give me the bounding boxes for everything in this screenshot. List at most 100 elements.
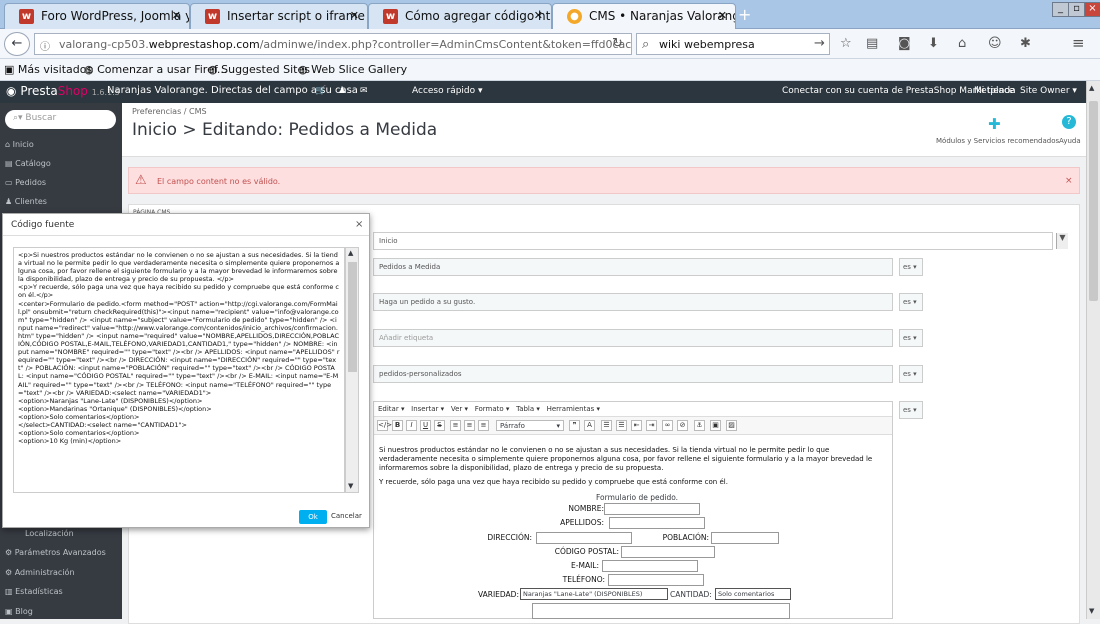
user-icon[interactable]: ♟	[338, 86, 346, 96]
apellidos-input[interactable]	[609, 517, 705, 529]
help-icon[interactable]: ?	[1062, 115, 1076, 129]
sidebar-item-pedidos[interactable]: ▭ Pedidos	[5, 178, 46, 187]
textarea-scrollbar[interactable]: ▲ ▼	[345, 247, 359, 493]
font-color-icon[interactable]: A	[584, 420, 595, 431]
pocket-icon[interactable]: ◙	[898, 36, 911, 51]
menu-ver[interactable]: Ver ▾	[451, 405, 468, 413]
mail-icon[interactable]: ✉	[360, 86, 368, 96]
go-arrow-icon[interactable]: →	[814, 36, 825, 51]
back-button[interactable]: ←	[4, 32, 30, 56]
numbered-list-icon[interactable]: ☰	[616, 420, 627, 431]
cancel-button[interactable]: Cancelar	[331, 512, 362, 520]
close-alert-icon[interactable]: ×	[1065, 176, 1073, 186]
search-input[interactable]: wiki webempresa	[636, 33, 830, 55]
close-tab-icon[interactable]: ✕	[534, 9, 543, 22]
my-shop-link[interactable]: Mi tienda	[974, 86, 1016, 96]
image-icon[interactable]: ▨	[726, 420, 737, 431]
source-code-icon[interactable]: </>	[377, 420, 392, 431]
category-select[interactable]: Inicio ▼	[373, 232, 1068, 250]
bookmark-most-visited[interactable]: ▣ Más visitados	[4, 63, 92, 76]
page-scrollbar[interactable]: ▲ ▼	[1086, 81, 1100, 619]
meta-title-input[interactable]: Pedidos a Medida	[373, 258, 893, 276]
sidebar-item-administracion[interactable]: ⚙ Administración	[5, 568, 75, 577]
comentarios-textarea[interactable]	[532, 603, 790, 619]
align-left-icon[interactable]: ≡	[450, 420, 461, 431]
sidebar-item-blog[interactable]: ▣ Blog	[5, 607, 33, 616]
tags-input[interactable]: Añadir etiqueta	[373, 329, 893, 347]
email-input[interactable]	[602, 560, 698, 572]
puzzle-icon[interactable]: ✚	[988, 115, 1001, 133]
variedad-select[interactable]: Naranjas "Lane-Late" (DISPONIBLES)	[520, 588, 668, 600]
bold-icon[interactable]: B	[392, 420, 403, 431]
scroll-up-icon[interactable]: ▲	[1089, 84, 1094, 92]
scroll-down-icon[interactable]: ▼	[348, 482, 353, 490]
sidebar-item-clientes[interactable]: ♟ Clientes	[5, 197, 47, 206]
scroll-up-icon[interactable]: ▲	[348, 249, 353, 257]
bookmark-star-icon[interactable]: ☆	[840, 36, 852, 51]
bullet-list-icon[interactable]: ☰	[601, 420, 612, 431]
bookmark-suggested-sites[interactable]: ◍ Suggested Sites	[208, 63, 310, 76]
media-icon[interactable]: ▣	[710, 420, 721, 431]
blockquote-icon[interactable]: ❞	[569, 420, 580, 431]
sidebar-item-localizacion[interactable]: Localización	[25, 529, 74, 538]
download-icon[interactable]: ⬇	[928, 36, 939, 51]
close-window-button[interactable]: ×	[1084, 2, 1100, 17]
close-tab-icon[interactable]: ✕	[350, 9, 359, 22]
bookmark-web-slice-gallery[interactable]: ◍ Web Slice Gallery	[298, 63, 407, 76]
content-editor[interactable]: Editar ▾ Insertar ▾ Ver ▾ Formato ▾ Tabl…	[373, 401, 893, 619]
language-select[interactable]: es ▾	[899, 401, 923, 419]
codigo-postal-input[interactable]	[621, 546, 715, 558]
unlink-icon[interactable]: ⊘	[677, 420, 688, 431]
sidebar-item-inicio[interactable]: ⌂ Inicio	[5, 140, 34, 149]
language-select[interactable]: es ▾	[899, 365, 923, 383]
language-select[interactable]: es ▾	[899, 258, 923, 276]
sidebar-item-parametros[interactable]: ⚙ Parámetros Avanzados	[5, 548, 106, 557]
menu-herramientas[interactable]: Herramientas ▾	[547, 405, 600, 413]
site-owner-menu[interactable]: Site Owner ▾	[1020, 86, 1077, 96]
outdent-icon[interactable]: ⇤	[631, 420, 642, 431]
underline-icon[interactable]: U	[420, 420, 431, 431]
admin-search-input[interactable]: ⌕▾ Buscar	[5, 110, 116, 129]
close-tab-icon[interactable]: ✕	[718, 9, 727, 22]
italic-icon[interactable]: I	[406, 420, 417, 431]
menu-tabla[interactable]: Tabla ▾	[516, 405, 540, 413]
browser-tab-3[interactable]: w Cómo agregar código html a ... ✕	[368, 3, 552, 29]
info-icon[interactable]: ⓘ	[40, 38, 50, 53]
close-tab-icon[interactable]: ✕	[172, 9, 181, 22]
anchor-icon[interactable]: ⚓	[694, 420, 705, 431]
minimize-window-button[interactable]: _	[1052, 2, 1069, 17]
cart-icon[interactable]: 🛒	[315, 86, 326, 96]
menu-editar[interactable]: Editar ▾	[378, 405, 404, 413]
extension-icon[interactable]: ✱	[1020, 36, 1031, 51]
meta-description-input[interactable]: Haga un pedido a su gusto.	[373, 293, 893, 311]
editor-content[interactable]: Si nuestros productos estándar no le con…	[379, 446, 884, 487]
url-bar[interactable]: valorang-cp503.webprestashop.com/adminwe…	[34, 33, 632, 55]
language-select[interactable]: es ▾	[899, 329, 923, 347]
poblacion-input[interactable]	[711, 532, 779, 544]
menu-formato[interactable]: Formato ▾	[475, 405, 510, 413]
cantidad-select[interactable]: Solo comentarios	[715, 588, 791, 600]
help-link[interactable]: Ayuda	[1059, 137, 1081, 145]
menu-insertar[interactable]: Insertar ▾	[411, 405, 444, 413]
bookmarks-list-icon[interactable]: ▤	[866, 36, 878, 51]
close-icon[interactable]: ×	[355, 219, 363, 230]
align-right-icon[interactable]: ≡	[478, 420, 489, 431]
indent-icon[interactable]: ⇥	[646, 420, 657, 431]
maximize-window-button[interactable]: ▫	[1068, 2, 1085, 17]
align-center-icon[interactable]: ≡	[464, 420, 475, 431]
prestashop-logo[interactable]: ◉ PrestaShop 1.6.1.5	[6, 84, 120, 98]
scroll-down-icon[interactable]: ▼	[1089, 607, 1094, 615]
chat-icon[interactable]: ☺	[988, 36, 1002, 51]
reload-icon[interactable]: ↻	[612, 36, 623, 51]
telefono-input[interactable]	[608, 574, 704, 586]
scroll-thumb[interactable]	[348, 262, 357, 372]
bookmark-getting-started[interactable]: ◍ Comenzar a usar Firef...	[84, 63, 227, 76]
source-code-textarea[interactable]: <p>Si nuestros productos estándar no le …	[13, 247, 345, 493]
language-select[interactable]: es ▾	[899, 293, 923, 311]
nombre-input[interactable]	[604, 503, 700, 515]
ok-button[interactable]: Ok	[299, 510, 327, 524]
sidebar-item-estadisticas[interactable]: ▥ Estadísticas	[5, 587, 63, 596]
browser-tab-1[interactable]: w Foro WordPress, Joomla y Pr... ✕	[4, 3, 190, 29]
browser-tab-2[interactable]: w Insertar script o iframe en cm... ✕	[190, 3, 368, 29]
modules-link[interactable]: Módulos y Servicios recomendados	[936, 137, 1059, 145]
